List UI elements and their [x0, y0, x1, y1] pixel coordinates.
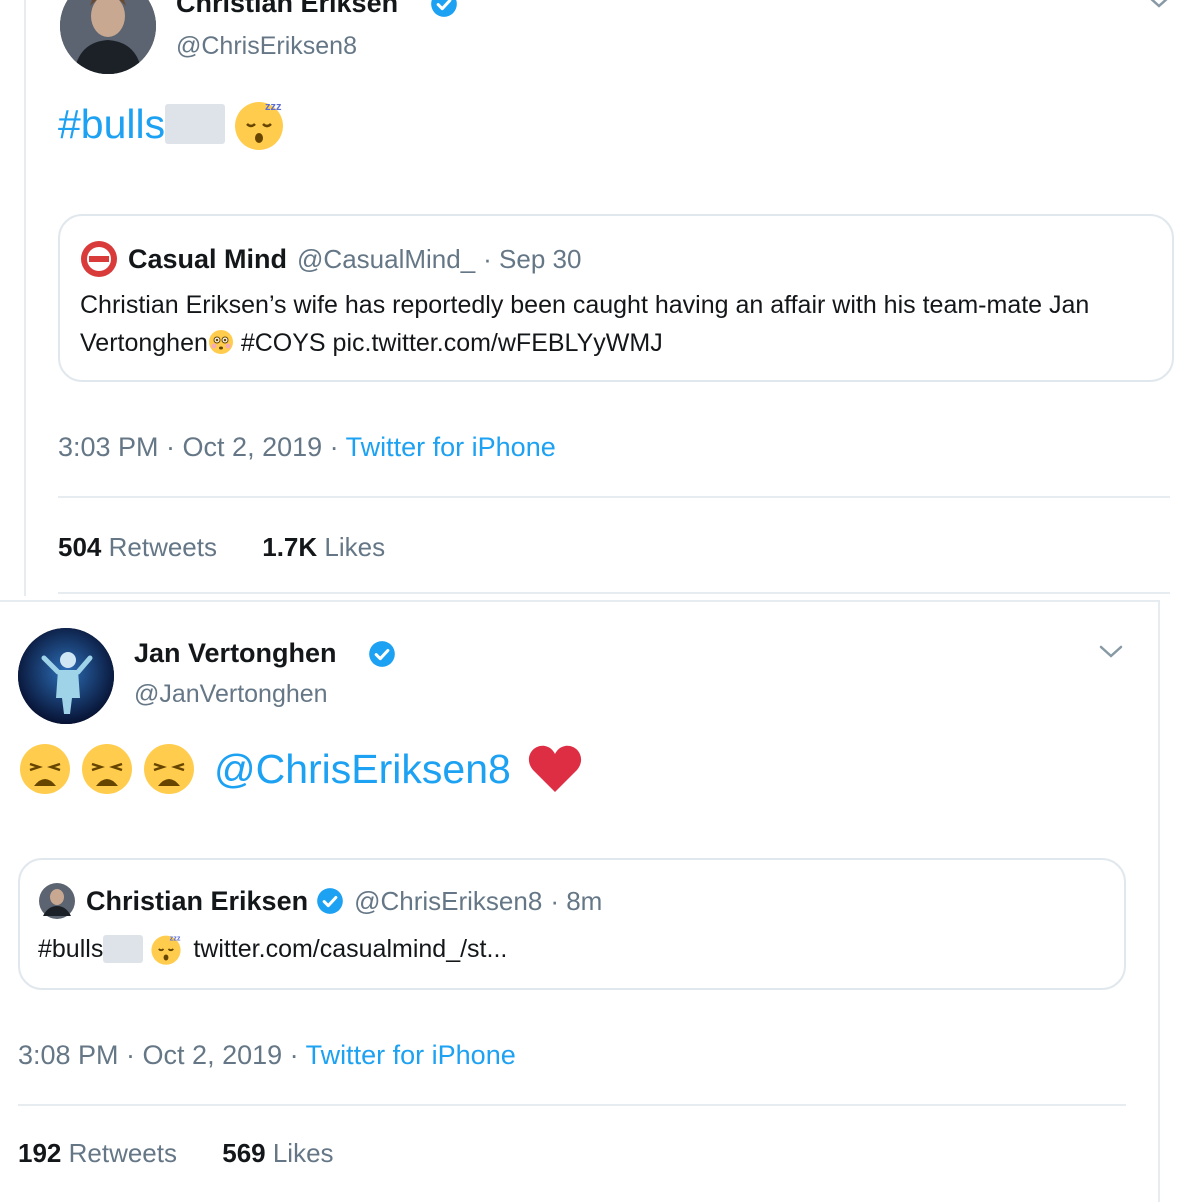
weary-face-emoji-icon	[142, 742, 196, 796]
tweet-stats: 192 Retweets 569 Likes	[18, 1138, 372, 1169]
tweet-meta: 3:08 PM · Oct 2, 2019 · Twitter for iPho…	[18, 1040, 516, 1071]
chevron-down-icon[interactable]	[1098, 644, 1124, 660]
timestamp[interactable]: 3:08 PM · Oct 2, 2019 ·	[18, 1040, 306, 1070]
quote-text: Christian Eriksen’s wife has reportedly …	[80, 286, 1140, 362]
author-name[interactable]: Christian Eriksen	[176, 0, 398, 19]
tweet-jan-vertonghen: Jan Vertonghen @JanVertonghen @ChrisErik…	[0, 600, 1160, 1202]
quote-text-tail: #COYS pic.twitter.com/wFEBLYyWMJ	[233, 329, 663, 357]
flushed-face-emoji-icon	[208, 328, 234, 354]
retweets-stat[interactable]: 192 Retweets	[18, 1138, 177, 1168]
tweet-text: @ChrisEriksen8	[18, 742, 583, 796]
verified-badge-icon	[431, 0, 457, 17]
quote-link[interactable]: twitter.com/casualmind_/st...	[193, 930, 507, 968]
svg-text:zzz: zzz	[170, 934, 181, 943]
likes-stat[interactable]: 1.7K Likes	[262, 532, 385, 562]
source-link[interactable]: Twitter for iPhone	[306, 1040, 516, 1070]
tweet-stats: 504 Retweets 1.7K Likes	[58, 532, 423, 563]
mention-link[interactable]: @ChrisEriksen8	[214, 746, 511, 793]
red-heart-emoji-icon	[527, 744, 583, 794]
quote-date[interactable]: · Sep 30	[483, 244, 581, 275]
avatar-icon	[39, 883, 75, 919]
quote-header: Christian Eriksen @ChrisEriksen8 · 8m	[38, 882, 602, 920]
sleeping-face-emoji-icon: zzz	[149, 932, 183, 966]
retweets-stat[interactable]: 504 Retweets	[58, 532, 217, 562]
weary-face-emoji-icon	[80, 742, 134, 796]
tweet-text: #bulls zzz	[58, 96, 287, 152]
quote-text: #bulls zzz twitter.com/casualmind_/st...	[38, 930, 507, 968]
tweet-christian-eriksen: Christian Eriksen @ChrisEriksen8 #bulls …	[24, 0, 1200, 596]
author-handle[interactable]: @JanVertonghen	[134, 680, 328, 709]
author-name[interactable]: Jan Vertonghen	[134, 638, 337, 669]
tweet-meta: 3:03 PM · Oct 2, 2019 · Twitter for iPho…	[58, 432, 556, 463]
divider	[58, 592, 1170, 594]
svg-text:zzz: zzz	[265, 101, 282, 113]
timestamp[interactable]: 3:03 PM · Oct 2, 2019 ·	[58, 432, 346, 462]
chevron-down-icon[interactable]	[1146, 0, 1172, 10]
quote-author-handle[interactable]: @ChrisEriksen8	[354, 886, 542, 917]
verified-badge-icon	[317, 888, 343, 914]
hashtag[interactable]: #bulls	[58, 101, 165, 148]
quote-author-handle[interactable]: @CasualMind_	[297, 244, 475, 275]
sleeping-face-emoji-icon: zzz	[231, 96, 287, 152]
quote-author-name[interactable]: Casual Mind	[128, 244, 287, 275]
divider	[58, 496, 1170, 498]
censor-block	[165, 104, 226, 144]
profile-photo-icon	[18, 628, 114, 724]
quoted-tweet[interactable]: Christian Eriksen @ChrisEriksen8 · 8m #b…	[18, 858, 1126, 990]
source-link[interactable]: Twitter for iPhone	[346, 432, 556, 462]
quote-hashtag: #bulls	[38, 935, 104, 963]
casual-mind-logo-icon	[81, 241, 117, 277]
censor-block	[103, 935, 144, 963]
avatar[interactable]	[18, 628, 114, 724]
weary-face-emoji-icon	[18, 742, 72, 796]
quote-header: Casual Mind @CasualMind_ · Sep 30	[80, 240, 581, 278]
author-handle[interactable]: @ChrisEriksen8	[176, 32, 357, 61]
quoted-tweet[interactable]: Casual Mind @CasualMind_ · Sep 30 Christ…	[58, 214, 1174, 382]
divider	[18, 1104, 1126, 1106]
avatar[interactable]	[60, 0, 156, 74]
quote-date[interactable]: · 8m	[550, 886, 602, 917]
quote-author-name[interactable]: Christian Eriksen	[86, 886, 308, 917]
profile-photo-icon	[60, 0, 156, 74]
likes-stat[interactable]: 569 Likes	[222, 1138, 333, 1168]
verified-badge-icon	[369, 641, 395, 667]
